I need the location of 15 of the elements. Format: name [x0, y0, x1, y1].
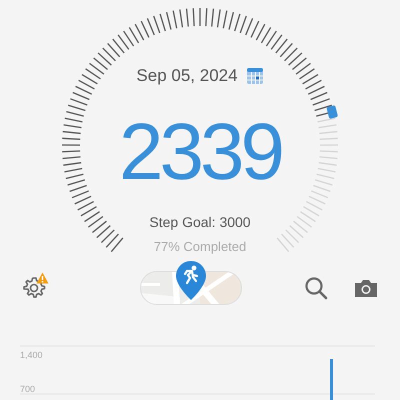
axis-label: 1,400 — [20, 350, 43, 360]
camera-button[interactable] — [354, 277, 378, 299]
bar — [330, 359, 333, 400]
camera-icon — [354, 277, 378, 299]
search-icon — [304, 276, 328, 300]
progress-marker — [326, 105, 338, 119]
step-count: 2339 — [119, 110, 281, 194]
calendar-icon[interactable] — [246, 67, 264, 85]
step-goal: Step Goal: 3000 — [149, 214, 251, 230]
axis-label: 700 — [20, 384, 36, 394]
completion-label: 77% Completed — [154, 239, 246, 254]
search-button[interactable] — [304, 276, 328, 300]
running-pin-icon[interactable] — [175, 260, 207, 302]
settings-icon — [22, 276, 46, 300]
date-label: Sep 05, 2024 — [136, 66, 238, 86]
